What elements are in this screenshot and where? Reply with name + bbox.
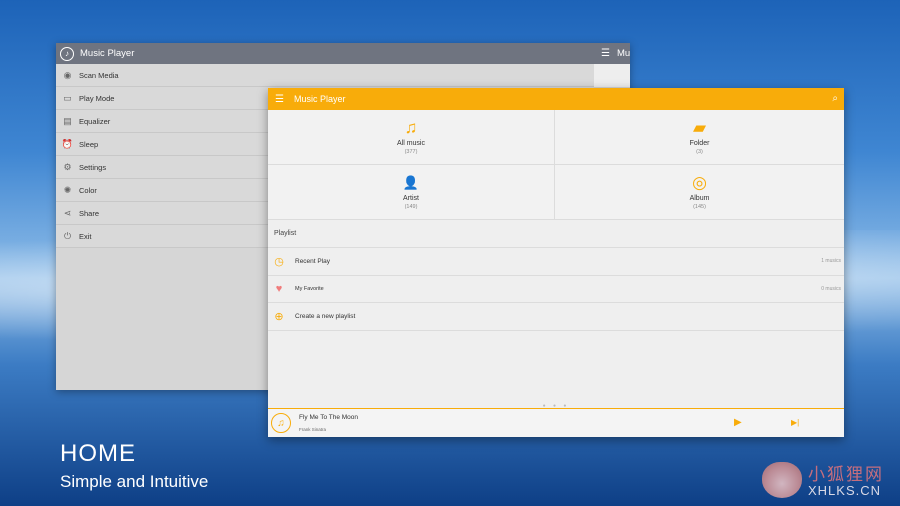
playlist-count: 0 musics <box>821 285 841 292</box>
drawer-item-label: Exit <box>79 231 92 241</box>
playlist-recent-play[interactable]: ◷ Recent Play 1 musics <box>268 248 844 276</box>
category-count: (3) <box>696 149 703 155</box>
back-window-title-clipped: Mu <box>617 48 630 59</box>
category-grid: ♫ All music (377) ▰ Folder (3) 👤 Artist … <box>268 110 844 220</box>
playlist-label: Recent Play <box>295 257 331 265</box>
watermark: 小狐狸网 XHLKS.CN <box>762 458 892 502</box>
list-icon[interactable]: ☰ <box>601 48 610 59</box>
playlist-my-favorite[interactable]: ♥ My Favorite 0 musics <box>268 276 844 303</box>
playlist-label: My Favorite <box>295 285 324 292</box>
music-app-icon: ♪ <box>60 46 74 61</box>
playlist-label: Create a new playlist <box>295 312 356 320</box>
share-icon: ⋖ <box>63 207 72 218</box>
drawer-item-label: Share <box>79 208 100 218</box>
category-count: (149) <box>404 204 418 210</box>
heart-icon: ♥ <box>275 282 283 295</box>
back-title-bar: ♪ Music Player ☰ Mu <box>56 43 630 64</box>
playlist-header: Playlist <box>268 220 844 248</box>
category-folder[interactable]: ▰ Folder (3) <box>555 110 844 165</box>
fox-logo-icon <box>762 462 802 498</box>
drawer-item-label: Scan Media <box>79 70 119 80</box>
play-icon[interactable]: ▶ <box>734 417 742 428</box>
category-label: All music <box>396 140 425 147</box>
drawer-item-label: Color <box>79 185 97 195</box>
equalizer-icon: ▤ <box>63 115 72 126</box>
back-content-area <box>594 64 630 87</box>
drawer-item-label: Play Mode <box>79 93 115 103</box>
watermark-cn: 小狐狸网 <box>808 465 884 484</box>
music-note-icon: ♫ <box>404 118 418 137</box>
front-app-window: ☰ Music Player ⌕ ♫ All music (377) ▰ Fol… <box>268 88 844 437</box>
plus-circle-icon: ⊕ <box>274 310 284 323</box>
drawer-item-label: Equalizer <box>79 116 111 126</box>
watermark-en: XHLKS.CN <box>808 483 882 498</box>
folder-icon: ▰ <box>692 118 707 137</box>
now-playing-bar[interactable]: ♫ Fly Me To The Moon Frank Sinatra ▶ ▶| <box>268 408 844 437</box>
create-playlist-item[interactable]: ⊕ Create a new playlist <box>268 303 844 331</box>
category-label: Album <box>689 195 710 202</box>
disc-icon: ◎ <box>692 173 707 192</box>
drawer-item-label: Settings <box>79 162 107 172</box>
category-count: (145) <box>693 204 706 210</box>
category-label: Folder <box>689 140 710 147</box>
category-album[interactable]: ◎ Album (145) <box>555 165 844 220</box>
category-all-music[interactable]: ♫ All music (377) <box>268 110 555 165</box>
search-icon[interactable]: ⌕ <box>832 93 838 104</box>
now-playing-title: Fly Me To The Moon <box>299 414 359 421</box>
scan-icon: ◉ <box>63 69 72 80</box>
drawer-item-label: Sleep <box>79 139 99 149</box>
front-title-bar: ☰ Music Player ⌕ <box>268 88 844 110</box>
gear-icon: ⚙ <box>63 161 72 172</box>
category-label: Artist <box>403 195 419 202</box>
caption-subtitle: Simple and Intuitive <box>60 472 209 491</box>
category-count: (377) <box>404 149 418 155</box>
album-art-icon: ♫ <box>271 413 291 433</box>
drawer-item-scan-media[interactable]: ◉ Scan Media <box>56 64 594 87</box>
person-icon: 👤 <box>402 175 420 190</box>
clock-icon: ◷ <box>274 255 284 268</box>
caption-title: HOME <box>60 440 136 467</box>
alarm-clock-icon: ⏰ <box>61 138 74 149</box>
power-icon: ⏻ <box>63 230 72 241</box>
playlist-count: 1 musics <box>821 258 841 265</box>
category-artist[interactable]: 👤 Artist (149) <box>268 165 555 220</box>
front-window-title: Music Player <box>293 94 346 104</box>
skip-next-icon[interactable]: ▶| <box>791 418 799 427</box>
menu-icon[interactable]: ☰ <box>275 94 284 105</box>
play-mode-icon: ▭ <box>63 92 72 103</box>
now-playing-artist: Frank Sinatra <box>299 427 327 432</box>
back-window-title: Music Player <box>80 48 135 59</box>
palette-icon: ✺ <box>63 184 72 195</box>
